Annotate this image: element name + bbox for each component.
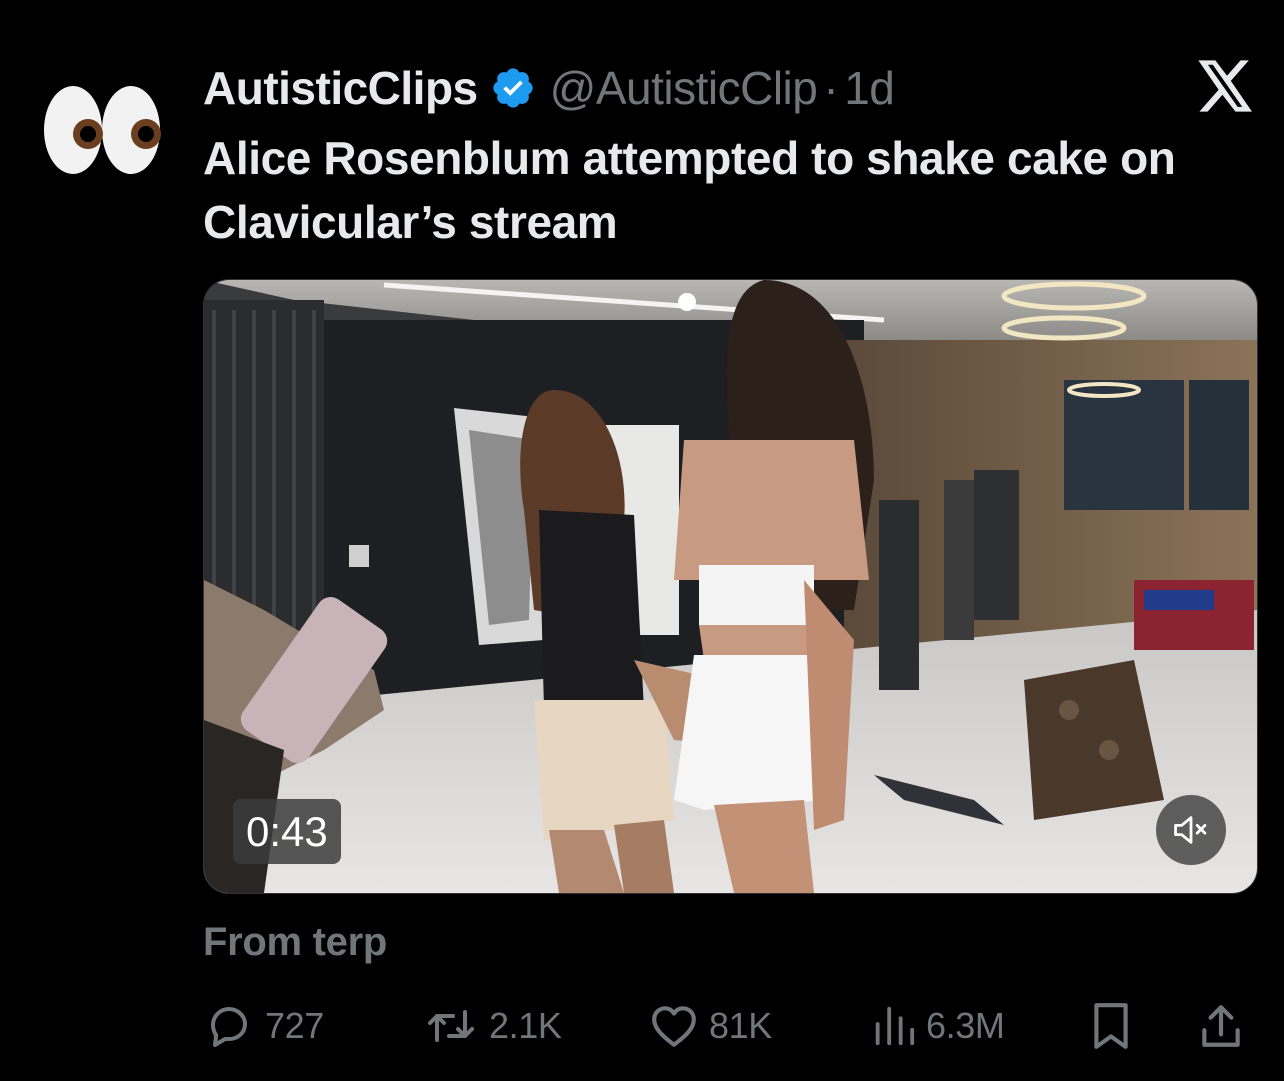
- video-source-attribution[interactable]: From terp: [203, 920, 387, 965]
- share-icon: [1202, 1005, 1240, 1047]
- reply-icon: [211, 1007, 247, 1047]
- x-logo-icon: [1198, 60, 1254, 112]
- tweet-text: Alice Rosenblum attempted to shake cake …: [203, 132, 1176, 248]
- video-player[interactable]: 0:43: [203, 279, 1258, 894]
- mute-button[interactable]: [1156, 795, 1226, 865]
- tweet[interactable]: AutisticClips @AutisticClip · 1d Alice R…: [0, 0, 1284, 1081]
- timestamp[interactable]: 1d: [844, 61, 895, 115]
- views-button[interactable]: 6.3M: [870, 1000, 1005, 1052]
- analytics-icon: [875, 1006, 915, 1046]
- video-duration: 0:43: [233, 799, 341, 864]
- bookmark-button[interactable]: [1091, 1000, 1141, 1052]
- verified-badge-icon[interactable]: [490, 65, 536, 111]
- avatar-eyes-icon[interactable]: [40, 78, 164, 182]
- bookmark-icon: [1094, 1003, 1128, 1049]
- like-button[interactable]: 81K: [649, 1000, 772, 1052]
- repost-count: 2.1K: [489, 1005, 562, 1046]
- action-bar: 727 2.1K 81K 6.3M: [203, 1000, 1253, 1052]
- repost-icon: [428, 1010, 474, 1042]
- separator-dot: ·: [823, 62, 839, 114]
- reply-count: 727: [265, 1005, 324, 1046]
- view-count: 6.3M: [926, 1005, 1005, 1046]
- video-frame: [204, 280, 1257, 893]
- like-count: 81K: [709, 1005, 772, 1046]
- display-name[interactable]: AutisticClips: [203, 61, 478, 115]
- heart-icon: [652, 1006, 696, 1047]
- tweet-header: AutisticClips @AutisticClip · 1d: [203, 58, 895, 118]
- author-handle[interactable]: @AutisticClip: [550, 61, 818, 115]
- share-button[interactable]: [1198, 1000, 1254, 1052]
- speaker-muted-icon: [1174, 816, 1207, 844]
- repost-button[interactable]: 2.1K: [423, 1000, 562, 1052]
- reply-button[interactable]: 727: [203, 1000, 324, 1052]
